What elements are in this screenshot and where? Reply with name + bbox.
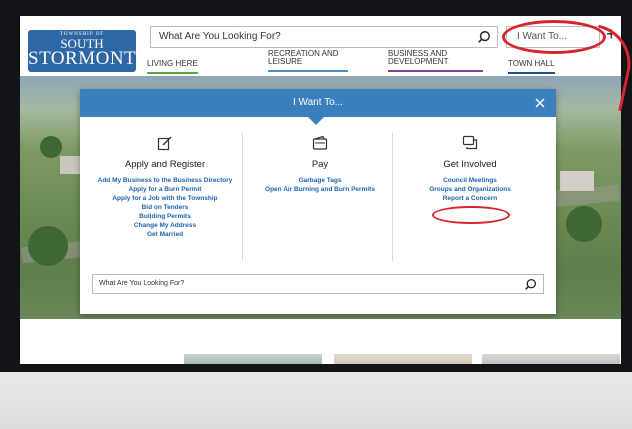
news-thumbnail[interactable]: [482, 354, 620, 364]
logo-line-2: STORMONT: [28, 48, 137, 69]
news-thumbnail[interactable]: [334, 354, 472, 364]
i-want-to-modal: I Want To... Apply and Register Add My B…: [80, 89, 556, 314]
link-report-concern[interactable]: Report a Concern: [395, 194, 545, 203]
site-logo[interactable]: TOWNSHIP OF SOUTH STORMONT: [28, 30, 136, 72]
link-garbage-tags[interactable]: Garbage Tags: [245, 176, 395, 185]
modal-search-placeholder: What Are You Looking For?: [99, 280, 185, 287]
link-building-permits[interactable]: Building Permits: [90, 212, 240, 221]
column-divider: [242, 133, 243, 261]
modal-search-input[interactable]: What Are You Looking For?: [92, 274, 544, 294]
link-add-business[interactable]: Add My Business to the Business Director…: [90, 176, 240, 185]
link-change-address[interactable]: Change My Address: [90, 221, 240, 230]
edit-icon: [157, 136, 172, 151]
nav-item-business-label: BUSINESS AND DEVELOPMENT: [388, 49, 449, 66]
nav-item-living-here[interactable]: LIVING HERE: [147, 60, 198, 74]
link-open-air-burning[interactable]: Open Air Burning and Burn Permits: [245, 185, 395, 194]
modal-notch: [308, 117, 324, 125]
column-pay: Pay Garbage Tags Open Air Burning and Bu…: [245, 135, 395, 194]
wallet-icon: [312, 135, 328, 150]
link-tenders[interactable]: Bid on Tenders: [90, 203, 240, 212]
modal-title: I Want To...: [292, 97, 344, 108]
nav-item-recreation[interactable]: RECREATION AND LEISURE: [268, 50, 348, 72]
news-thumbnail[interactable]: [184, 354, 322, 364]
link-job[interactable]: Apply for a Job with the Township: [90, 194, 240, 203]
chat-icon: [462, 135, 478, 150]
annotation-circle-report-concern: [432, 206, 510, 224]
lower-content-strip: [20, 319, 621, 364]
browser-screen: TOWNSHIP OF SOUTH STORMONT What Are You …: [20, 16, 621, 364]
link-groups-organizations[interactable]: Groups and Organizations: [395, 185, 545, 194]
link-burn-permit[interactable]: Apply for a Burn Permit: [90, 185, 240, 194]
nav-item-business[interactable]: BUSINESS AND DEVELOPMENT: [388, 50, 483, 72]
nav-item-town-hall[interactable]: TOWN HALL: [508, 60, 555, 74]
tree: [28, 226, 68, 266]
modal-header: I Want To...: [80, 89, 556, 117]
desk-surface: [0, 372, 632, 429]
header-search-placeholder: What Are You Looking For?: [159, 31, 281, 42]
column-heading: Get Involved: [443, 159, 497, 170]
column-get-involved: Get Involved Council Meetings Groups and…: [395, 135, 545, 203]
column-divider: [392, 133, 393, 261]
search-icon[interactable]: [477, 30, 491, 44]
main-nav: LIVING HERE RECREATION AND LEISURE BUSIN…: [140, 50, 621, 74]
close-icon[interactable]: [534, 97, 546, 109]
search-icon[interactable]: [524, 278, 537, 291]
column-heading: Pay: [311, 159, 329, 170]
column-apply-and-register: Apply and Register Add My Business to th…: [90, 135, 240, 239]
annotation-circle-i-want: [502, 20, 606, 54]
link-council-meetings[interactable]: Council Meetings: [395, 176, 545, 185]
header-search-input[interactable]: What Are You Looking For?: [150, 26, 498, 48]
tree: [566, 206, 602, 242]
site-header: TOWNSHIP OF SOUTH STORMONT What Are You …: [20, 16, 621, 76]
nav-item-recreation-label: RECREATION AND LEISURE: [268, 49, 339, 66]
house: [560, 171, 594, 191]
column-heading: Apply and Register: [124, 159, 206, 170]
tree: [40, 136, 62, 158]
link-get-married[interactable]: Get Married: [90, 230, 240, 239]
